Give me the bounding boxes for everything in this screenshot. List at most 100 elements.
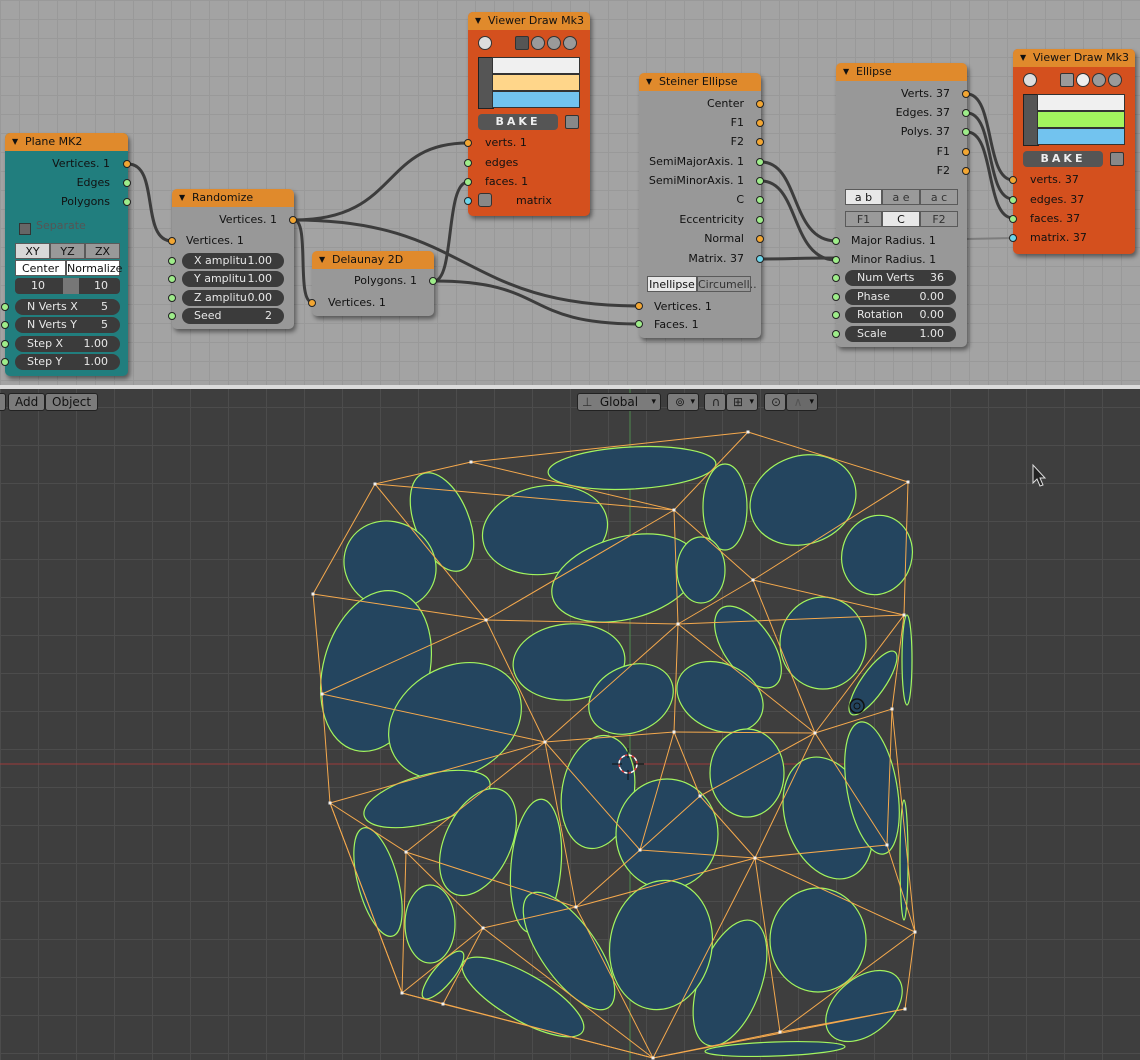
edge-color-swatch[interactable] xyxy=(1037,111,1125,128)
mode-zx-button[interactable]: ZX xyxy=(85,243,120,259)
socket-matrix-in[interactable] xyxy=(1009,234,1017,242)
sphere-icon[interactable] xyxy=(1108,73,1122,87)
collapse-triangle-icon[interactable]: ▼ xyxy=(843,63,849,81)
sphere-icon[interactable] xyxy=(563,36,577,50)
socket-c-out[interactable] xyxy=(756,196,764,204)
socket-step-y[interactable] xyxy=(1,358,9,366)
seed-field[interactable]: Seed 2 xyxy=(182,308,284,324)
scale-field[interactable]: Scale 1.00 xyxy=(845,326,956,342)
x-amplitude-field[interactable]: X amplitu 1.00 xyxy=(182,253,284,269)
link-sizes-icon[interactable] xyxy=(63,278,79,294)
viewer-draw-node-1[interactable]: ▼ Viewer Draw Mk3 BAKE verts. 1 edges fac… xyxy=(464,12,590,216)
separate-checkbox[interactable] xyxy=(19,223,31,235)
collapse-triangle-icon[interactable]: ▼ xyxy=(179,189,185,207)
node-header[interactable]: ▼ Steiner Ellipse xyxy=(639,73,761,91)
step-y-field[interactable]: Step Y 1.00 xyxy=(15,354,120,370)
n-verts-x-field[interactable]: N Verts X 5 xyxy=(15,299,120,315)
socket-seed[interactable] xyxy=(168,312,176,320)
3d-viewport[interactable]: Add Object ⊥ Global ▾ ⊚ ▾ ∩ ⊞ ▾ ⊙ ∧ ▾ xyxy=(0,389,1140,1060)
socket-matrix-out[interactable] xyxy=(756,255,764,263)
node-header[interactable]: ▼ Viewer Draw Mk3 xyxy=(468,12,590,30)
sphere-icon[interactable] xyxy=(547,36,561,50)
vertex-color-swatch[interactable] xyxy=(1037,94,1125,111)
face-color-swatch[interactable] xyxy=(1037,128,1125,145)
socket-minor-radius-in[interactable] xyxy=(832,256,840,264)
socket-vertices-in[interactable] xyxy=(635,302,643,310)
step-x-field[interactable]: Step X 1.00 xyxy=(15,336,120,352)
socket-vertices-out[interactable] xyxy=(123,160,131,168)
mode-xy-button[interactable]: XY xyxy=(15,243,50,259)
pivot-dropdown[interactable]: ⊚ ▾ xyxy=(667,393,699,411)
socket-y-amplitude[interactable] xyxy=(168,275,176,283)
socket-matrix-in[interactable] xyxy=(464,197,472,205)
mode-ab-button[interactable]: a b xyxy=(845,189,882,205)
sphere-icon[interactable] xyxy=(1092,73,1106,87)
socket-faces-in[interactable] xyxy=(464,178,472,186)
face-color-swatch[interactable] xyxy=(492,91,580,108)
object-menu-button[interactable]: Object xyxy=(45,393,99,411)
mode-ae-button[interactable]: a e xyxy=(882,189,920,205)
socket-vertices-in[interactable] xyxy=(168,237,176,245)
plane-mk2-node[interactable]: ▼ Plane MK2 Vertices. 1 Edges Polygons Se… xyxy=(1,133,131,376)
socket-major-radius-in[interactable] xyxy=(832,237,840,245)
center-f2-button[interactable]: F2 xyxy=(920,211,958,227)
socket-edges-out[interactable] xyxy=(123,179,131,187)
edge-color-swatch[interactable] xyxy=(492,74,580,91)
socket-scale[interactable] xyxy=(832,330,840,338)
socket-polygons-out[interactable] xyxy=(123,198,131,206)
socket-step-x[interactable] xyxy=(1,340,9,348)
socket-n-verts-y[interactable] xyxy=(1,321,9,329)
randomize-node[interactable]: ▼ Randomize Vertices. 1 Vertices. 1 X amp… xyxy=(168,189,297,329)
cube-icon[interactable] xyxy=(515,36,529,50)
node-header[interactable]: ▼ Delaunay 2D xyxy=(312,251,434,269)
inellipse-button[interactable]: Inellipse xyxy=(647,276,697,292)
socket-edges-out[interactable] xyxy=(962,109,970,117)
socket-faces-in[interactable] xyxy=(1009,215,1017,223)
socket-center-out[interactable] xyxy=(756,100,764,108)
socket-edges-in[interactable] xyxy=(464,159,472,167)
size-x-field[interactable]: 10 xyxy=(31,278,45,294)
node-header[interactable]: ▼ Viewer Draw Mk3 xyxy=(1013,49,1135,67)
socket-faces-in[interactable] xyxy=(635,320,643,328)
socket-f1-out[interactable] xyxy=(756,119,764,127)
socket-semi-minor-out[interactable] xyxy=(756,177,764,185)
socket-polygons-out[interactable] xyxy=(429,277,437,285)
settings-icon[interactable] xyxy=(565,115,579,129)
socket-normal-out[interactable] xyxy=(756,235,764,243)
collapse-triangle-icon[interactable]: ▼ xyxy=(1020,49,1026,67)
socket-f2-out[interactable] xyxy=(962,167,970,175)
normalize-toggle[interactable]: Normalize xyxy=(66,260,122,276)
socket-semi-major-out[interactable] xyxy=(756,158,764,166)
phase-field[interactable]: Phase 0.00 xyxy=(845,289,956,305)
ellipse-node[interactable]: ▼ Ellipse Verts. 37 Edges. 37 Polys. 37 F… xyxy=(832,63,970,347)
socket-polys-out[interactable] xyxy=(962,128,970,136)
socket-x-amplitude[interactable] xyxy=(168,257,176,265)
collapse-triangle-icon[interactable]: ▼ xyxy=(475,12,481,30)
collapse-triangle-icon[interactable]: ▼ xyxy=(12,133,18,151)
n-verts-y-field[interactable]: N Verts Y 5 xyxy=(15,317,120,333)
node-header[interactable]: ▼ Ellipse xyxy=(836,63,967,81)
node-header[interactable]: ▼ Plane MK2 xyxy=(5,133,128,151)
socket-f2-out[interactable] xyxy=(756,138,764,146)
node-header[interactable]: ▼ Randomize xyxy=(172,189,294,207)
steiner-ellipse-node[interactable]: ▼ Steiner Ellipse Center F1 F2 SemiMajorA… xyxy=(635,73,764,338)
socket-verts-out[interactable] xyxy=(962,90,970,98)
node-editor[interactable]: ▼ Plane MK2 Vertices. 1 Edges Polygons Se… xyxy=(0,0,1140,385)
vertex-color-swatch[interactable] xyxy=(492,57,580,74)
z-amplitude-field[interactable]: Z amplitu 0.00 xyxy=(182,290,284,306)
socket-phase[interactable] xyxy=(832,293,840,301)
center-f1-button[interactable]: F1 xyxy=(845,211,882,227)
snap-target-dropdown[interactable]: ⊞ ▾ xyxy=(726,393,758,411)
socket-vertices-in[interactable] xyxy=(308,299,316,307)
socket-edges-in[interactable] xyxy=(1009,196,1017,204)
sphere-icon[interactable] xyxy=(1076,73,1090,87)
orientation-dropdown[interactable]: ⊥ Global ▾ xyxy=(577,393,661,411)
size-y-field[interactable]: 10 xyxy=(94,278,108,294)
socket-rotation[interactable] xyxy=(832,311,840,319)
delaunay-2d-node[interactable]: ▼ Delaunay 2D Polygons. 1 Vertices. 1 xyxy=(308,251,437,316)
y-amplitude-field[interactable]: Y amplitu 1.00 xyxy=(182,271,284,287)
collapse-triangle-icon[interactable]: ▼ xyxy=(646,73,652,91)
add-menu-button[interactable]: Add xyxy=(8,393,46,411)
eye-icon[interactable] xyxy=(478,36,492,50)
rotation-field[interactable]: Rotation 0.00 xyxy=(845,307,956,323)
